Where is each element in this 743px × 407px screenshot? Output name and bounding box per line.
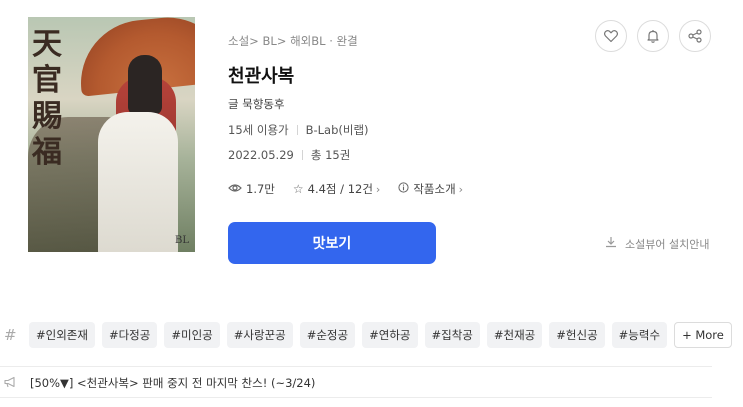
download-icon: [605, 236, 617, 252]
tag-item[interactable]: #사랑꾼공: [226, 322, 293, 348]
tag-item[interactable]: #순정공: [299, 322, 356, 348]
share-icon: [688, 29, 702, 43]
promo-notice-text: [50%▼] <천관사복> 판매 중지 전 마지막 찬스! (~3/24): [30, 376, 316, 390]
tags-more-button[interactable]: + More: [674, 322, 732, 348]
tag-item[interactable]: #집착공: [424, 322, 480, 348]
rating-value: 4.4점 / 12건: [307, 182, 373, 196]
tag-item[interactable]: #천재공: [486, 322, 543, 348]
tag-item[interactable]: #인외존재: [29, 322, 95, 348]
views-stat: 1.7만: [228, 181, 275, 197]
intro-label: 작품소개: [413, 182, 456, 196]
volume-count: 총 15권: [310, 148, 351, 162]
breadcrumb: 소설> BL> 해외BL · 완결: [228, 34, 358, 48]
book-author[interactable]: 글 묵향동후: [228, 96, 285, 112]
section-divider: [0, 397, 712, 398]
breadcrumb-item-bl[interactable]: BL: [262, 34, 276, 48]
alarm-button[interactable]: [637, 20, 669, 52]
install-label: 소설뷰어 설치안내: [625, 238, 710, 251]
stats-row: 1.7만 ☆ 4.4점 / 12건 › 작품소개 ›: [228, 181, 481, 197]
preview-button[interactable]: 맛보기: [228, 222, 436, 264]
section-divider: [0, 366, 712, 367]
book-cover[interactable]: 天 官 賜 福 BL: [28, 17, 195, 252]
chevron-right-icon: ›: [458, 182, 464, 196]
viewer-install-link[interactable]: 소설뷰어 설치안내: [605, 236, 709, 252]
cover-figure-white: [98, 112, 178, 252]
cover-figure-hair: [128, 55, 162, 115]
publisher-link[interactable]: B-Lab(비랩): [306, 122, 369, 138]
meta-row-date-volumes: 2022.05.29 총 15권: [228, 147, 350, 163]
meta-divider: [301, 150, 303, 160]
meta-divider: [296, 125, 298, 135]
like-button[interactable]: [595, 20, 627, 52]
tag-item[interactable]: #미인공: [164, 322, 220, 348]
tag-item[interactable]: #다정공: [101, 322, 158, 348]
eye-icon: [228, 182, 242, 196]
views-count: 1.7만: [246, 182, 275, 196]
megaphone-icon: [4, 376, 20, 391]
book-title: 천관사복: [228, 66, 295, 87]
chevron-right-icon: ›: [375, 182, 381, 196]
star-icon: ☆: [292, 182, 304, 196]
age-rating: 15세 이용가: [228, 123, 289, 137]
bell-icon: [647, 30, 659, 43]
heart-icon: [604, 30, 618, 43]
cover-title-art: 天 官 賜 福: [32, 27, 62, 170]
tag-row: # #인외존재 #다정공 #미인공 #사랑꾼공 #순정공 #연하공 #집착공 #…: [0, 322, 743, 350]
cover-publisher-mark: BL: [175, 235, 189, 246]
publish-date: 2022.05.29: [228, 148, 294, 162]
share-button[interactable]: [679, 20, 711, 52]
meta-row-rating-publisher: 15세 이용가 B-Lab(비랩): [228, 122, 369, 138]
rating-stat[interactable]: ☆ 4.4점 / 12건 ›: [293, 181, 380, 197]
tag-list: #인외존재 #다정공 #미인공 #사랑꾼공 #순정공 #연하공 #집착공 #천재…: [29, 322, 739, 348]
intro-link[interactable]: 작품소개 ›: [398, 181, 463, 197]
tag-item[interactable]: #능력수: [611, 322, 668, 348]
completion-status: 완결: [336, 34, 358, 48]
hash-icon: #: [4, 326, 17, 344]
breadcrumb-item-novel[interactable]: 소설: [228, 34, 249, 48]
breadcrumb-item-foreign-bl[interactable]: 해외BL: [290, 34, 325, 48]
tag-item[interactable]: #헌신공: [549, 322, 605, 348]
promo-notice[interactable]: [50%▼] <천관사복> 판매 중지 전 마지막 찬스! (~3/24): [0, 373, 712, 393]
info-icon: [398, 182, 409, 196]
tag-item[interactable]: #연하공: [362, 322, 418, 348]
